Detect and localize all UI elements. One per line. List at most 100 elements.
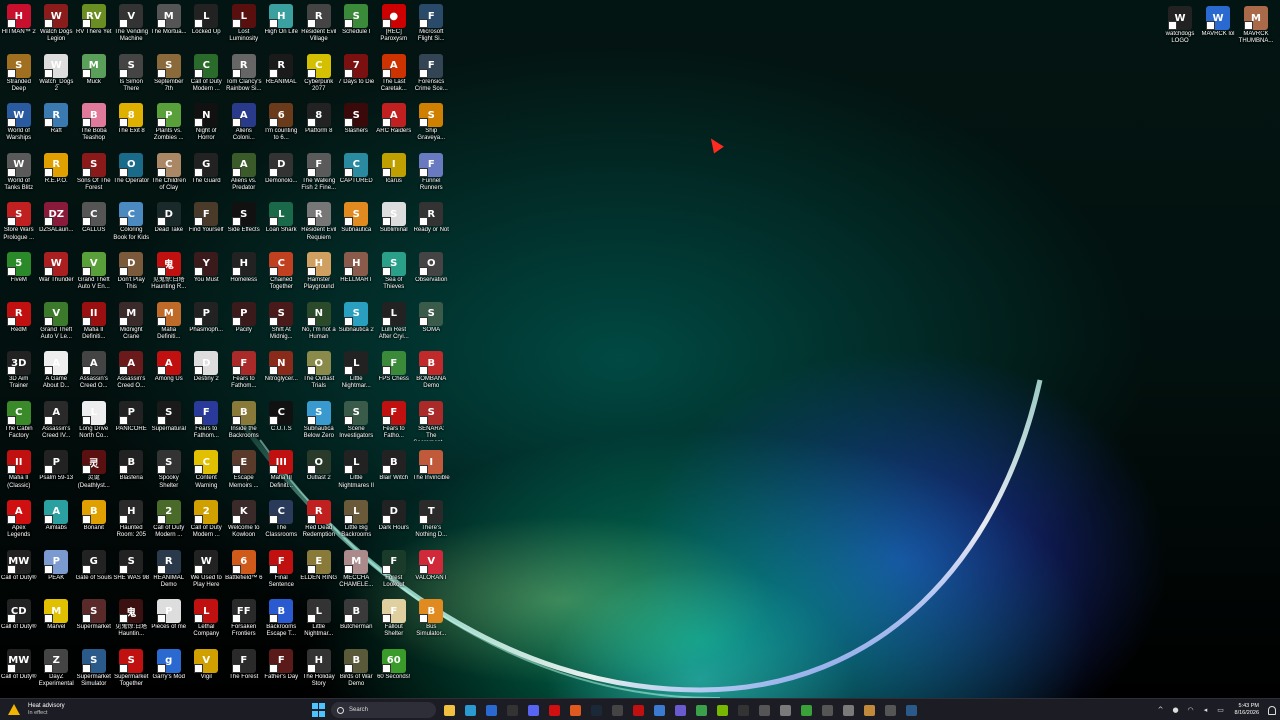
taskbar-app-app-19[interactable] [819,702,835,718]
desktop-icon-mafia-ii-definiti[interactable]: II Mafia II Definiti... [75,300,113,349]
taskbar-app-file-explorer[interactable] [441,702,457,718]
taskbar-app-chrome[interactable] [693,702,709,718]
desktop-icon-fears-to-fathom[interactable]: F Fears to Fathom... [225,349,263,398]
desktop-icon-tom-clancy-s-rainbow-si[interactable]: R Tom Clancy's Rainbow Si... [225,52,263,101]
taskbar-app-steam-2[interactable] [903,702,919,718]
taskbar-app-terminal[interactable] [504,702,520,718]
desktop-icon-lulli-rest-after-cryi[interactable]: L Lulli Rest After Cryi... [375,300,413,349]
desktop-icon-sea-of-thieves[interactable]: S Sea of Thieves [375,250,413,299]
desktop-icon-ship-graveya[interactable]: S Ship Graveya... [413,101,451,150]
desktop-icon-shift-at-midnig[interactable]: S Shift At Midnig... [263,300,301,349]
desktop-icon-we-used-to-play-here[interactable]: W We Used to Play Here [188,548,226,597]
taskbar-app-app-22[interactable] [882,702,898,718]
desktop-icon-hauntin[interactable]: 鬼见鬼惊:白塔 Hauntin... [113,597,151,646]
desktop-icon-fallout-shelter[interactable]: F Fallout Shelter [375,597,413,646]
desktop-icon-store-wars-prologue[interactable]: S Store Wars Prologue ... [0,200,38,249]
desktop-icon-night-of-horror[interactable]: N Night of Horror [188,101,226,150]
desktop-icon-the-last-caretak[interactable]: A The Last Caretak... [375,52,413,101]
desktop-icon-watch-dogs-legion[interactable]: W Watch Dogs Legion [38,2,76,51]
desktop-icon-subnautica-below-zero[interactable]: S Subnautica Below Zero [300,399,338,448]
desktop-icon-psalm-59-13[interactable]: P Psalm 59-13 [38,448,76,497]
desktop-icon-demonolo[interactable]: D Demonolo... [263,151,301,200]
desktop-icon-bonanit[interactable]: B Bonanit [75,498,113,547]
desktop-icon-resident-evil-requiem[interactable]: R Resident Evil Requiem [300,200,338,249]
desktop-icon-supermarket-together[interactable]: S Supermarket Together [113,647,151,696]
desktop-icon-stranded-deep[interactable]: S Stranded Deep [0,52,38,101]
desktop-icon-the-cabin-factory[interactable]: C The Cabin Factory [0,399,38,448]
taskbar-app-steam[interactable] [588,702,604,718]
desktop-icon-pieces-of-me[interactable]: P Pieces of me [150,597,188,646]
desktop-icon-the-forest[interactable]: F The Forest [225,647,263,696]
desktop-icon-fears-to-fatho[interactable]: F Fears to Fatho... [375,399,413,448]
desktop-icon-resident-evil-village[interactable]: R Resident Evil Village [300,2,338,51]
desktop-icon-subnautica-2[interactable]: S Subnautica 2 [338,300,376,349]
desktop-icon-3d-aim-trainer[interactable]: 3D 3D Aim Trainer [0,349,38,398]
desktop-icon-forest-lookout[interactable]: F Forest Lookout [375,548,413,597]
desktop-icon-hamster-playground[interactable]: H Hamster Playground [300,250,338,299]
desktop-icon-raft[interactable]: R Raft [38,101,76,150]
desktop-icon-reanimal[interactable]: R REANIMAL [263,52,301,101]
desktop-icon-subliminal[interactable]: S Subliminal [375,200,413,249]
desktop-icon-microsoft-flight-si[interactable]: F Microsoft Flight Si... [413,2,451,51]
desktop-icon-assassin-s-creed-o[interactable]: A Assassin's Creed O... [113,349,151,398]
desktop-icon-chained-together[interactable]: C Chained Together [263,250,301,299]
desktop-icon-fps-chess[interactable]: F FPS Chess [375,349,413,398]
desktop-icon-forensics-crime-sce[interactable]: F Forensics Crime Sce... [413,52,451,101]
desktop-icon-little-big-backrooms[interactable]: L Little Big Backrooms [338,498,376,547]
microphone-icon[interactable]: ● [1171,705,1181,715]
desktop-icon-vigil[interactable]: V Vigil [188,647,226,696]
desktop-icon-supermarket[interactable]: S Supermarket [75,597,113,646]
desktop-icon-battlefield-6[interactable]: 6 Battlefield™ 6 [225,548,263,597]
desktop-icon-midnight-crane[interactable]: M Midnight Crane [113,300,151,349]
desktop-icon-observation[interactable]: O Observation [413,250,451,299]
desktop-icon-world-of-tanks-blitz[interactable]: W World of Tanks Blitz [0,151,38,200]
desktop-icon-apex-legends[interactable]: A Apex Legends [0,498,38,547]
desktop-icon-r-e-p-o[interactable]: R R.E.P.O. [38,151,76,200]
search-input[interactable]: Search [331,702,436,718]
desktop-icon-she-was-98[interactable]: S SHE WAS 98 [113,548,151,597]
desktop-icon-content-warning[interactable]: C Content Warning [188,448,226,497]
desktop-icon-homeless[interactable]: H Homeless [225,250,263,299]
desktop-icon-dark-hours[interactable]: D Dark Hours [375,498,413,547]
taskbar-app-app-12[interactable] [672,702,688,718]
desktop-icon-loan-shark[interactable]: L Loan Shark [263,200,301,249]
taskbar-app-edge[interactable] [462,702,478,718]
desktop-icon-birds-of-war-demo[interactable]: B Birds of War Demo [338,647,376,696]
desktop-icon-aliens-vs-predator[interactable]: A Aliens vs. Predator [225,151,263,200]
desktop-icon-coloring-book-for-kids[interactable]: C Coloring Book for Kids [113,200,151,249]
desktop-icon-aimlabs[interactable]: A Aimlabs [38,498,76,547]
desktop-icon-lost-luminosity[interactable]: L Lost Luminosity [225,2,263,51]
desktop-icon-elden-ring[interactable]: E ELDEN RING [300,548,338,597]
desktop-icon-call-of-duty[interactable]: CD Call of Duty® [0,597,38,646]
desktop-icon-is-simon-there[interactable]: S Is Simon There [113,52,151,101]
desktop-icon-rec-paroxysm[interactable]: ● [REC] Paroxysm [375,2,413,51]
taskbar-app-app-10[interactable] [630,702,646,718]
desktop-icon-mavrck-thumbna[interactable]: M MAVRCK THUMBNA... [1238,4,1274,53]
desktop-icon-dzsalaun[interactable]: DZ DZSALaun... [38,200,76,249]
desktop-icon-rv-there-yet[interactable]: RV RV There Yet [75,2,113,51]
desktop-icon-call-of-duty[interactable]: MW Call of Duty® [0,647,38,696]
desktop-icon-september-7th[interactable]: S September 7th [150,52,188,101]
desktop-icon-long-drive-north-co[interactable]: L Long Drive North Co... [75,399,113,448]
desktop-icon-deathlyst[interactable]: 灵灵诞 (Deathlyst... [75,448,113,497]
desktop-icon-final-sentence[interactable]: F Final Sentence [263,548,301,597]
desktop-icon-slashers[interactable]: S Slashers [338,101,376,150]
taskbar-app-app-9[interactable] [609,702,625,718]
desktop-icon-watch-dogs-2[interactable]: W Watch_Dogs 2 [38,52,76,101]
wifi-icon[interactable]: ◠ [1186,705,1196,715]
desktop-icon-bombana-demo[interactable]: B BOMBANA Demo [413,349,451,398]
desktop-icon-the-invincible[interactable]: I The Invincible [413,448,451,497]
desktop-icon-the-children-of-clay[interactable]: C The Children of Clay [150,151,188,200]
desktop-icon-plants-vs-zombies[interactable]: P Plants vs. Zombies ... [150,101,188,150]
desktop-icon-lethal-company[interactable]: L Lethal Company [188,597,226,646]
taskbar-app-app-16[interactable] [756,702,772,718]
desktop-icon-marvel[interactable]: M Marvel [38,597,76,646]
desktop-icon-platform-8[interactable]: 8 Platform 8 [300,101,338,150]
desktop-icon-the-boba-teashop[interactable]: B The Boba Teashop [75,101,113,150]
desktop-icon-father-s-day[interactable]: F Father's Day [263,647,301,696]
desktop-icon-phasmoph[interactable]: P Phasmoph... [188,300,226,349]
notification-bell-icon[interactable] [1268,705,1276,715]
desktop-icon-little-nightmar[interactable]: L Little Nightmar... [300,597,338,646]
desktop-icon-you-must[interactable]: Y You Must [188,250,226,299]
desktop-icon-hellmart[interactable]: H HELLMART [338,250,376,299]
